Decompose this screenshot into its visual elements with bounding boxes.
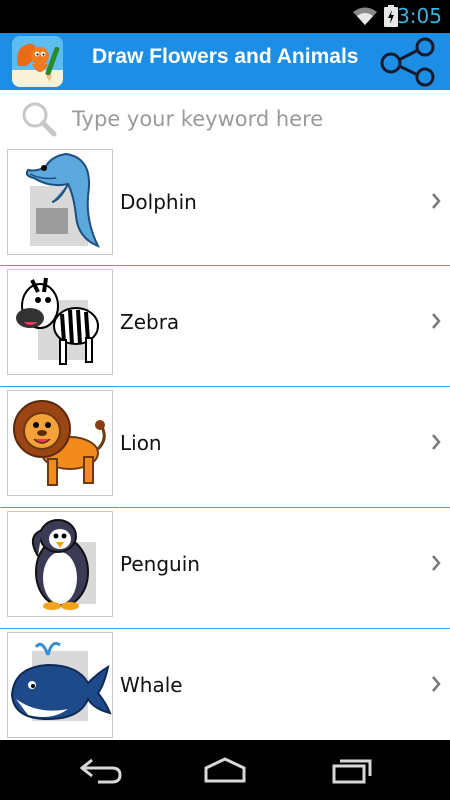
home-button[interactable] [200,756,250,789]
share-button[interactable] [376,37,442,87]
zebra-image-icon [16,277,99,365]
chevron-right-icon [432,193,441,209]
zebra-thumbnail [7,269,113,375]
list-item-zebra[interactable]: Zebra [0,266,450,387]
search-input[interactable] [70,102,434,136]
recents-icon [332,759,372,784]
item-label: Penguin [120,552,200,576]
item-list: Dolphin Zebra Lion Penguin Whale [0,146,450,750]
wifi-icon [353,7,377,25]
share-icon [380,37,435,87]
action-bar: Draw Flowers and Animals [0,33,450,90]
status-bar: 3:05 [0,0,450,33]
home-icon [204,757,246,783]
app-title: Draw Flowers and Animals [92,45,359,68]
chevron-right-icon [432,313,441,329]
lion-thumbnail [7,390,113,496]
penguin-thumbnail [7,511,113,617]
list-item-dolphin[interactable]: Dolphin [0,146,450,266]
dolphin-thumbnail [7,149,113,255]
navigation-bar [0,740,450,800]
chevron-right-icon [432,434,441,450]
lion-image-icon [13,400,106,486]
app-icon[interactable] [12,36,63,87]
item-label: Whale [120,673,183,697]
item-label: Dolphin [120,190,197,214]
whale-image-icon [10,641,112,721]
dolphin-image-icon [25,152,101,248]
chevron-right-icon [432,676,441,692]
back-button[interactable] [78,756,124,789]
magnifier-icon [22,102,57,137]
squirrel-drawing-icon [12,36,63,87]
recents-button[interactable] [330,756,374,789]
whale-thumbnail [7,632,113,738]
list-item-penguin[interactable]: Penguin [0,508,450,629]
item-label: Lion [120,431,162,455]
status-time: 3:05 [397,4,442,28]
battery-charging-icon [384,5,398,27]
penguin-image-icon [31,519,96,610]
list-item-whale[interactable]: Whale [0,629,450,750]
chevron-right-icon [432,555,441,571]
list-item-lion[interactable]: Lion [0,387,450,508]
back-icon [79,758,122,784]
search-bar [0,90,450,146]
item-label: Zebra [120,310,180,334]
